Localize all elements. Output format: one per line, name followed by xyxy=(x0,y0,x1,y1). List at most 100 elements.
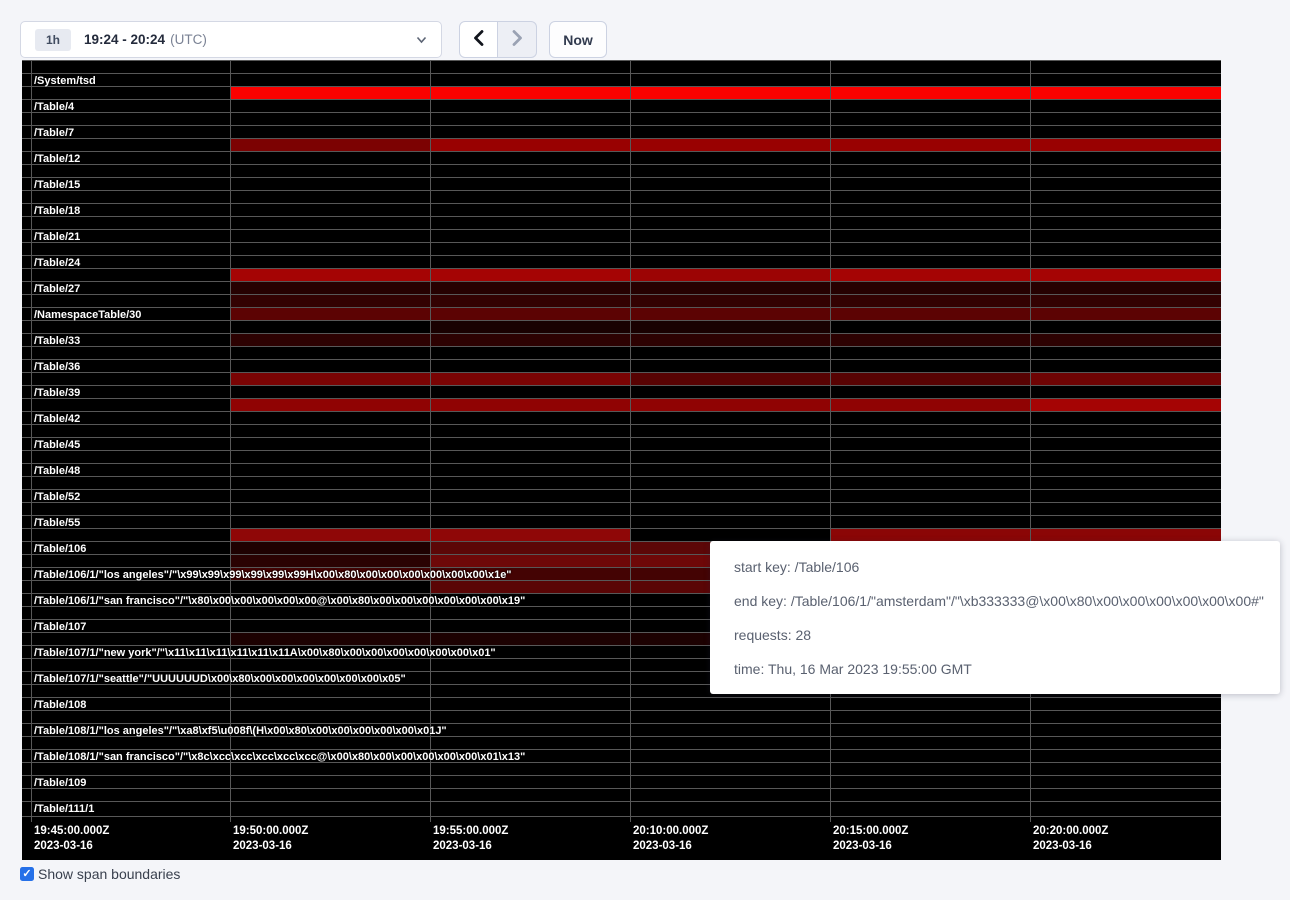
show-span-boundaries-checkbox[interactable]: ✓ xyxy=(20,867,34,881)
heatmap-row[interactable] xyxy=(22,372,1221,385)
span-band[interactable] xyxy=(430,529,630,541)
span-band[interactable] xyxy=(630,295,830,307)
span-band[interactable] xyxy=(1030,139,1221,151)
span-band[interactable] xyxy=(630,321,830,333)
heatmap-row[interactable]: /Table/45 xyxy=(22,437,1221,450)
span-band[interactable] xyxy=(830,282,1030,294)
span-band[interactable] xyxy=(630,282,830,294)
span-band[interactable] xyxy=(230,399,430,411)
span-band[interactable] xyxy=(230,282,430,294)
span-band[interactable] xyxy=(230,555,430,567)
now-button[interactable]: Now xyxy=(549,21,607,58)
heatmap-row[interactable]: /Table/21 xyxy=(22,229,1221,242)
heatmap-row[interactable]: /Table/55 xyxy=(22,515,1221,528)
span-band[interactable] xyxy=(430,633,630,645)
span-band[interactable] xyxy=(430,87,630,99)
heatmap-row[interactable]: /Table/109 xyxy=(22,775,1221,788)
heatmap-row[interactable] xyxy=(22,242,1221,255)
span-band[interactable] xyxy=(830,308,1030,320)
heatmap-row[interactable] xyxy=(22,398,1221,411)
span-band[interactable] xyxy=(1030,334,1221,346)
heatmap-row[interactable]: /Table/108 xyxy=(22,697,1221,710)
span-band[interactable] xyxy=(230,633,430,645)
heatmap-row[interactable]: /Table/36 xyxy=(22,359,1221,372)
span-band[interactable] xyxy=(430,555,630,567)
span-band[interactable] xyxy=(830,529,1030,541)
span-band[interactable] xyxy=(630,334,830,346)
span-band[interactable] xyxy=(830,373,1030,385)
span-band[interactable] xyxy=(1030,269,1221,281)
heatmap-row[interactable] xyxy=(22,112,1221,125)
span-band[interactable] xyxy=(230,334,430,346)
span-band[interactable] xyxy=(1030,373,1221,385)
span-band[interactable] xyxy=(230,542,430,554)
span-band[interactable] xyxy=(430,139,630,151)
heatmap-row[interactable] xyxy=(22,450,1221,463)
span-band[interactable] xyxy=(1030,87,1221,99)
heatmap-row[interactable] xyxy=(22,294,1221,307)
heatmap-row[interactable] xyxy=(22,476,1221,489)
heatmap-row[interactable]: /Table/42 xyxy=(22,411,1221,424)
heatmap-row[interactable]: /Table/33 xyxy=(22,333,1221,346)
span-band[interactable] xyxy=(630,399,830,411)
heatmap-row[interactable] xyxy=(22,502,1221,515)
span-band[interactable] xyxy=(630,87,830,99)
span-band[interactable] xyxy=(230,308,430,320)
heatmap-row[interactable]: /Table/111/1 xyxy=(22,801,1221,814)
heatmap-row[interactable] xyxy=(22,528,1221,541)
span-band[interactable] xyxy=(630,308,830,320)
heatmap-row[interactable]: /System/tsd xyxy=(22,73,1221,86)
heatmap-row[interactable] xyxy=(22,138,1221,151)
span-band[interactable] xyxy=(430,334,630,346)
span-band[interactable] xyxy=(430,581,630,593)
span-band[interactable] xyxy=(1030,295,1221,307)
time-range-selector[interactable]: 1h 19:24 - 20:24 (UTC) xyxy=(20,21,442,58)
heatmap-row[interactable]: /Table/48 xyxy=(22,463,1221,476)
heatmap-row[interactable] xyxy=(22,164,1221,177)
span-band[interactable] xyxy=(830,295,1030,307)
heatmap-row[interactable] xyxy=(22,320,1221,333)
span-band[interactable] xyxy=(1030,399,1221,411)
heatmap-row[interactable]: /Table/108/1/"los angeles"/"\xa8\xf5\u00… xyxy=(22,723,1221,736)
heatmap-row[interactable]: /NamespaceTable/30 xyxy=(22,307,1221,320)
heatmap-row[interactable] xyxy=(22,762,1221,775)
heatmap-row[interactable]: /Table/108/1/"san francisco"/"\x8c\xcc\x… xyxy=(22,749,1221,762)
heatmap-row[interactable]: /Table/18 xyxy=(22,203,1221,216)
span-band[interactable] xyxy=(430,295,630,307)
heatmap-row[interactable]: /Table/4 xyxy=(22,99,1221,112)
span-band[interactable] xyxy=(230,373,430,385)
span-band[interactable] xyxy=(430,542,630,554)
heatmap-row[interactable]: /Table/7 xyxy=(22,125,1221,138)
span-band[interactable] xyxy=(830,87,1030,99)
heatmap-row[interactable] xyxy=(22,346,1221,359)
heatmap-row[interactable] xyxy=(22,216,1221,229)
heatmap-row[interactable] xyxy=(22,86,1221,99)
next-time-button[interactable] xyxy=(498,21,537,58)
span-band[interactable] xyxy=(230,139,430,151)
span-band[interactable] xyxy=(630,373,830,385)
heatmap-row[interactable]: /Table/39 xyxy=(22,385,1221,398)
span-band[interactable] xyxy=(430,399,630,411)
span-band[interactable] xyxy=(230,529,430,541)
heatmap-row[interactable] xyxy=(22,788,1221,801)
heatmap-row[interactable] xyxy=(22,268,1221,281)
span-band[interactable] xyxy=(630,269,830,281)
heatmap-row[interactable]: /Table/15 xyxy=(22,177,1221,190)
previous-time-button[interactable] xyxy=(459,21,498,58)
span-band[interactable] xyxy=(430,321,630,333)
heatmap-row[interactable] xyxy=(22,190,1221,203)
heatmap-row[interactable] xyxy=(22,710,1221,723)
span-band[interactable] xyxy=(430,308,630,320)
span-band[interactable] xyxy=(1030,308,1221,320)
span-band[interactable] xyxy=(430,269,630,281)
span-band[interactable] xyxy=(830,139,1030,151)
span-band[interactable] xyxy=(830,269,1030,281)
span-band[interactable] xyxy=(1030,282,1221,294)
heatmap-row[interactable] xyxy=(22,424,1221,437)
heatmap-row[interactable]: /Table/24 xyxy=(22,255,1221,268)
span-band[interactable] xyxy=(630,139,830,151)
span-band[interactable] xyxy=(430,282,630,294)
span-band[interactable] xyxy=(230,87,430,99)
span-band[interactable] xyxy=(1030,529,1221,541)
span-band[interactable] xyxy=(230,295,430,307)
